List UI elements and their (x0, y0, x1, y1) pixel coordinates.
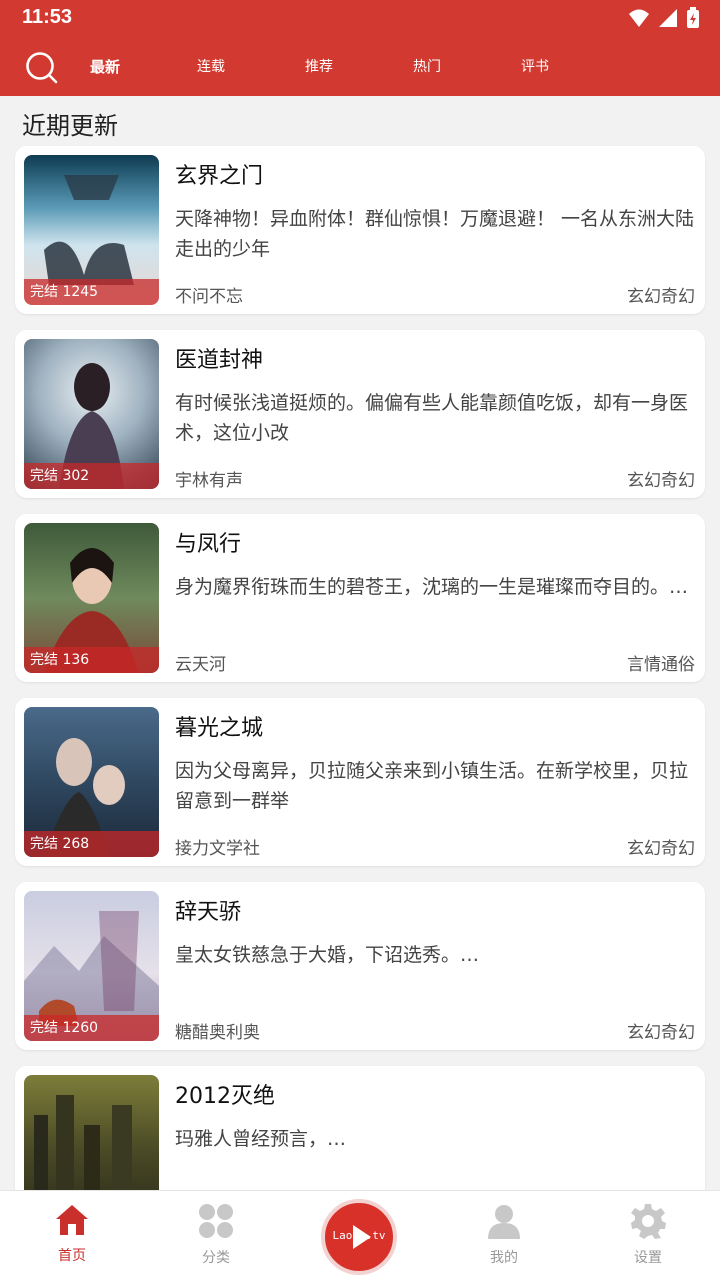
tab-hot[interactable]: 热门 (397, 56, 457, 76)
status-badge: 完结 1245 (24, 279, 159, 305)
grid-icon (199, 1204, 233, 1238)
tab-latest[interactable]: 最新 (75, 56, 135, 77)
tab-serial[interactable]: 连载 (181, 56, 241, 76)
book-card[interactable]: 完结 268 暮光之城 因为父母离异，贝拉随父亲来到小镇生活。在新学校里，贝拉留… (15, 698, 705, 866)
top-tab-bar: 最新 连载 推荐 热门 评书 (0, 44, 720, 88)
book-card[interactable]: 完结 1260 辞天骄 皇太女铁慈急于大婚，下诏选秀。… 糖醋奥利奥 玄幻奇幻 (15, 882, 705, 1050)
search-icon[interactable] (24, 50, 58, 84)
bottom-nav-mine[interactable]: 我的 (464, 1203, 544, 1267)
book-title: 暮光之城 (175, 716, 264, 741)
tab-recommend[interactable]: 推荐 (289, 56, 349, 76)
status-badge: 完结 268 (24, 831, 159, 857)
book-cover: 完结 1245 (24, 155, 159, 305)
book-cover: 完结 1260 (24, 891, 159, 1041)
section-title: 近期更新 (22, 112, 118, 140)
status-badge: 完结 302 (24, 463, 159, 489)
bottom-nav: 首页 分类 Laohu.tv 我的 设置 (0, 1190, 720, 1280)
signal-icon (659, 9, 677, 27)
wifi-icon (629, 9, 649, 27)
center-play-button[interactable]: Laohu.tv (321, 1199, 397, 1275)
book-genre: 玄幻奇幻 (627, 471, 695, 491)
book-description: 因为父母离异，贝拉随父亲来到小镇生活。在新学校里，贝拉留意到一群举 (175, 760, 689, 812)
book-author: 不问不忘 (175, 287, 243, 307)
tab-storytelling[interactable]: 评书 (505, 56, 565, 76)
book-card[interactable]: 完结 1245 玄界之门 天降神物！异血附体！群仙惊惧！万魔退避！ 一名从东洲大… (15, 146, 705, 314)
bottom-nav-settings[interactable]: 设置 (608, 1203, 688, 1267)
book-cover: 完结 302 (24, 339, 159, 489)
book-title: 玄界之门 (175, 164, 264, 189)
gear-icon (631, 1204, 666, 1239)
brand-logo-text: Laohu.tv (332, 1229, 386, 1242)
book-cover: 完结 268 (24, 707, 159, 857)
book-description: 身为魔界衔珠而生的碧苍王，沈璃的一生是璀璨而夺目的。… (175, 576, 689, 598)
book-description: 玛雅人曾经预言，… (175, 1128, 347, 1150)
book-card[interactable]: 完结 136 与凤行 身为魔界衔珠而生的碧苍王，沈璃的一生是璀璨而夺目的。… 云… (15, 514, 705, 682)
user-icon (488, 1205, 520, 1239)
status-badge: 完结 1260 (24, 1015, 159, 1041)
battery-icon (687, 7, 699, 28)
book-genre: 玄幻奇幻 (627, 287, 695, 307)
book-description: 有时候张浅道挺烦的。偏偏有些人能靠颜值吃饭，却有一身医术，这位小改 (175, 392, 689, 444)
book-author: 宇林有声 (175, 471, 243, 491)
book-author: 接力文学社 (175, 839, 260, 859)
home-icon (56, 1205, 88, 1235)
book-author: 云天河 (175, 655, 226, 675)
status-badge: 完结 136 (24, 647, 159, 673)
book-author: 糖醋奥利奥 (175, 1023, 260, 1043)
book-card[interactable]: 完结 302 医道封神 有时候张浅道挺烦的。偏偏有些人能靠颜值吃饭，却有一身医术… (15, 330, 705, 498)
book-description: 皇太女铁慈急于大婚，下诏选秀。… (175, 944, 480, 966)
book-genre: 玄幻奇幻 (627, 1023, 695, 1043)
book-cover: 完结 136 (24, 523, 159, 673)
book-title: 2012灭绝 (175, 1084, 275, 1109)
book-description: 天降神物！异血附体！群仙惊惧！万魔退避！ 一名从东洲大陆走出的少年 (175, 208, 695, 260)
status-time: 11:53 (22, 6, 73, 28)
book-title: 医道封神 (175, 348, 264, 373)
book-genre: 玄幻奇幻 (627, 839, 695, 859)
book-title: 辞天骄 (175, 900, 242, 925)
book-title: 与凤行 (175, 532, 242, 557)
book-list: 完结 1245 玄界之门 天降神物！异血附体！群仙惊惧！万魔退避！ 一名从东洲大… (15, 146, 705, 1250)
bottom-nav-category[interactable]: 分类 (176, 1203, 256, 1267)
book-genre: 言情通俗 (627, 655, 695, 675)
bottom-nav-home[interactable]: 首页 (32, 1203, 112, 1265)
status-bar: 11:53 (0, 0, 720, 36)
app-header: 11:53 最新 连载 推荐 热门 评书 (0, 0, 720, 96)
